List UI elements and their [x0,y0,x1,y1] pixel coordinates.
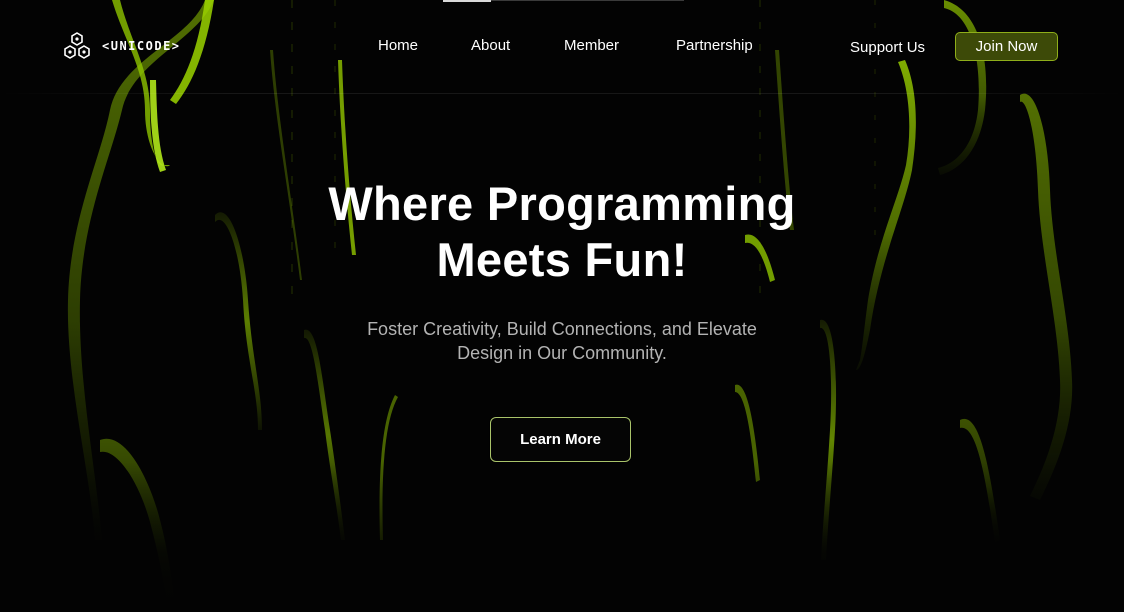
hero-title-line-2: Meets Fun! [436,233,688,286]
nav-link-member[interactable]: Member [564,37,619,54]
learn-more-button[interactable]: Learn More [490,417,631,462]
hero-subtitle-line-2: Design in Our Community. [457,343,667,363]
hero-subtitle-line-1: Foster Creativity, Build Connections, an… [367,319,757,339]
hero-title-line-1: Where Programming [328,177,796,230]
hero-subtitle: Foster Creativity, Build Connections, an… [312,317,812,365]
bottom-fade-overlay [0,462,1124,612]
nav-link-home[interactable]: Home [378,37,418,54]
nav-link-about[interactable]: About [471,37,510,54]
header-divider [0,93,1124,94]
scroll-indicator [443,0,491,2]
hexagon-cluster-icon [64,32,90,59]
brand-logo[interactable]: <UNICODE> [62,31,181,61]
support-us-link[interactable]: Support Us [850,39,925,56]
scroll-indicator-track [491,0,684,1]
hero-title: Where Programming Meets Fun! [212,176,912,288]
join-now-button[interactable]: Join Now [955,32,1058,61]
brand-name: <UNICODE> [102,39,181,53]
landing-page: <UNICODE> Home About Member Partnership … [0,0,1124,612]
nav-link-partnership[interactable]: Partnership [676,37,753,54]
